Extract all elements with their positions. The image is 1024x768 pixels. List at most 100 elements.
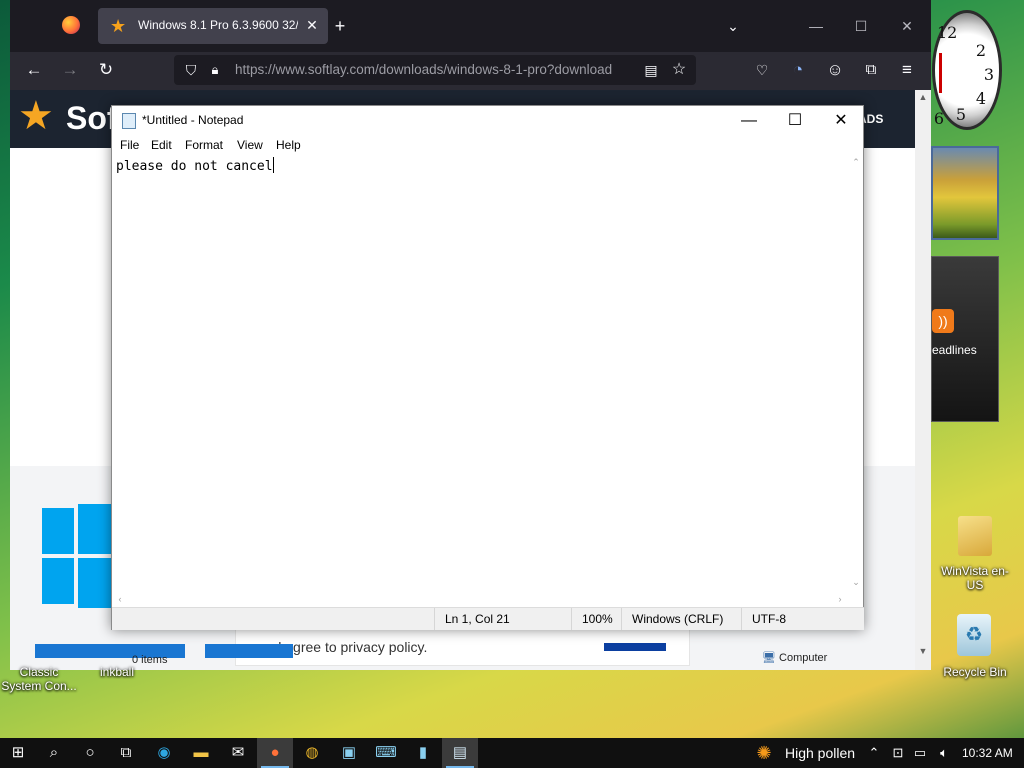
clock-number: 5 [955, 105, 967, 124]
tab-list-chevron-icon[interactable]: ⌄ [721, 14, 745, 38]
close-tab-icon[interactable]: ✕ [303, 16, 321, 34]
scroll-right-icon[interactable]: › [832, 592, 848, 606]
status-bar: Ln 1, Col 21 100% Windows (CRLF) UTF-8 [112, 607, 864, 630]
scroll-left-icon[interactable]: ‹ [112, 592, 128, 606]
new-tab-icon[interactable]: + [328, 14, 352, 38]
sync-icon[interactable]: ◔ [785, 57, 811, 83]
horizontal-scrollbar[interactable]: ‹ › [112, 591, 848, 607]
text-caret [272, 157, 274, 173]
clock-time[interactable]: 10:32 AM [962, 738, 1018, 768]
clock-gadget[interactable]: 12 2 3 4 5 6 [924, 10, 1002, 130]
firefox-taskbar-icon[interactable]: ● [257, 738, 293, 768]
encoding: UTF-8 [741, 608, 851, 630]
scroll-up-icon[interactable]: ⌃ [848, 155, 864, 169]
pocket-icon[interactable]: ♡ [749, 57, 775, 83]
control-panel-icon[interactable]: ▣ [331, 738, 367, 768]
notepad-taskbar-icon[interactable]: ▤ [442, 738, 478, 768]
menu-view[interactable]: View [237, 138, 263, 154]
edge-icon[interactable]: ◉ [146, 738, 182, 768]
show-hidden-icons-chevron-icon[interactable]: ⌃ [864, 738, 884, 768]
bookmark-star-icon[interactable]: ☆ [666, 57, 692, 83]
chrome-icon[interactable]: ◍ [294, 738, 330, 768]
start-icon[interactable]: ⊞ [0, 738, 36, 768]
site-menu-item[interactable]: ADS [858, 112, 898, 128]
task-view-icon[interactable]: ⧉ [108, 738, 144, 768]
search-icon[interactable]: ⌕ [36, 738, 72, 768]
clock-number: 2 [975, 41, 987, 60]
secondary-button[interactable] [205, 644, 293, 658]
scroll-down-icon[interactable]: ⌄ [848, 575, 864, 589]
taskbar: ⊞ ⌕ ○ ⧉ ◉ ▬ ✉ ● ◍ ▣ ⌨ ▮ ▤ ✺ High pollen … [0, 738, 1024, 768]
vertical-scrollbar[interactable]: ⌃ ⌄ [848, 155, 864, 591]
cortana-icon[interactable]: ○ [72, 738, 108, 768]
firefox-icon[interactable] [62, 16, 80, 34]
keyboard-icon[interactable]: ⌨ [368, 738, 404, 768]
maximize-icon[interactable]: ☐ [849, 14, 873, 38]
desktop-icon-recycle-bin[interactable]: Recycle Bin [940, 665, 1010, 681]
extensions-icon[interactable]: ⧉ [858, 57, 884, 83]
computer-label: 🖥︎ Computer [762, 651, 872, 667]
network-icon[interactable]: ⊡ [888, 738, 908, 768]
mail-icon[interactable]: ✉ [220, 738, 256, 768]
clock-hand [939, 53, 942, 93]
menu-edit[interactable]: Edit [151, 138, 172, 154]
window-title: *Untitled - Notepad [142, 113, 244, 127]
tab-bar: ★ Windows 8.1 Pro 6.3.9600 32/64 ✕ + ⌄ —… [10, 0, 931, 52]
notepad-window: *Untitled - Notepad — ☐ ✕ File Edit Form… [111, 105, 864, 630]
site-logo-star-icon: ★ [18, 94, 54, 138]
cookie-text: and agree to privacy policy. [258, 639, 428, 655]
browser-tab[interactable]: ★ Windows 8.1 Pro 6.3.9600 32/64 ✕ [98, 8, 328, 44]
weather-icon[interactable]: ✺ [754, 738, 774, 768]
line-ending: Windows (CRLF) [621, 608, 741, 630]
maximize-icon[interactable]: ☐ [772, 108, 818, 134]
display-icon[interactable]: ▭ [910, 738, 930, 768]
volume-muted-icon[interactable]: 🔈︎ [934, 738, 954, 768]
scroll-down-icon[interactable]: ▼ [915, 644, 931, 658]
accept-cookie-button[interactable] [604, 643, 666, 651]
close-window-icon[interactable]: ✕ [895, 14, 919, 38]
menu-format[interactable]: Format [185, 138, 223, 154]
folder-icon[interactable] [958, 516, 992, 556]
close-icon[interactable]: ✕ [818, 108, 864, 134]
lock-icon[interactable]: 🔒︎ [202, 57, 228, 83]
zoom-level: 100% [571, 608, 621, 630]
clock-number: 6 [933, 109, 945, 128]
cursor-position: Ln 1, Col 21 [434, 608, 570, 630]
account-icon[interactable]: ☺ [822, 57, 848, 83]
feed-label: eadlines [932, 343, 977, 357]
reload-icon[interactable]: ↻ [93, 57, 119, 83]
slideshow-gadget[interactable] [931, 146, 999, 240]
page-scrollbar[interactable]: ▲ ▼ [915, 90, 931, 670]
forward-icon[interactable]: → [57, 57, 83, 83]
url-bar[interactable]: ⛉ 🔒︎ https://www.softlay.com/downloads/w… [174, 55, 696, 85]
back-icon[interactable]: ← [21, 57, 47, 83]
file-explorer-icon[interactable]: ▬ [183, 738, 219, 768]
url-text[interactable]: https://www.softlay.com/downloads/window… [235, 62, 635, 78]
rss-icon: )) [932, 309, 954, 333]
menu-help[interactable]: Help [276, 138, 301, 154]
menu-file[interactable]: File [120, 138, 139, 154]
computer-icon: 🖥︎ [762, 652, 776, 664]
recycle-bin-icon[interactable]: ♻ [957, 614, 991, 656]
navigation-bar: ← → ↻ ⛉ 🔒︎ https://www.softlay.com/downl… [10, 52, 931, 90]
computer-text: Computer [779, 652, 828, 664]
menu-icon[interactable]: ≡ [894, 57, 920, 83]
minimize-icon[interactable]: — [726, 108, 772, 134]
shield-icon[interactable]: ⛉ [178, 57, 204, 83]
editor-text[interactable]: please do not cancel [116, 159, 273, 174]
weather-text[interactable]: High pollen [785, 738, 865, 768]
feed-headlines-gadget[interactable]: )) eadlines [931, 256, 999, 422]
minimize-icon[interactable]: — [804, 14, 828, 38]
clock-face: 12 2 3 4 5 6 [932, 10, 1002, 130]
desktop-icon-winvista[interactable]: WinVista en-US [940, 564, 1010, 594]
reader-view-icon[interactable]: ▤ [638, 57, 664, 83]
clock-number: 4 [975, 89, 987, 108]
clock-number: 3 [983, 65, 995, 84]
tab-title: Windows 8.1 Pro 6.3.9600 32/64 [138, 18, 298, 32]
text-editor[interactable]: please do not cancel [112, 155, 848, 591]
desktop-icon-inkball[interactable]: inkball [92, 665, 142, 681]
desktop-icon-classic-system-control[interactable]: Classic System Con... [0, 665, 78, 695]
editor-content[interactable]: please do not cancel [116, 157, 616, 175]
windows-logo-icon [42, 504, 114, 612]
notepad-app-icon[interactable]: ▮ [405, 738, 441, 768]
